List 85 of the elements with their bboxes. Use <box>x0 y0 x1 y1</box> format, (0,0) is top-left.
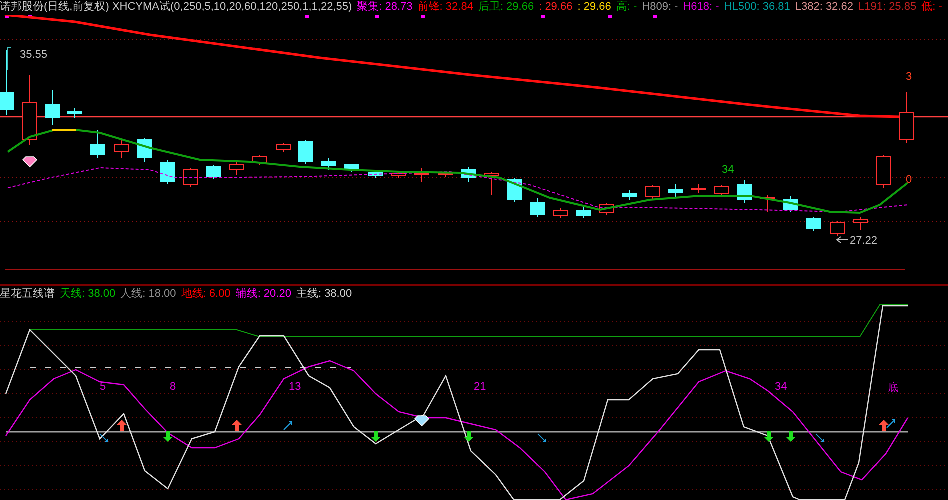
down-arrow-icon <box>786 431 796 442</box>
candlestick <box>622 190 638 200</box>
candlestick <box>414 168 430 182</box>
indicator-value: 主线: 38.00 <box>296 287 352 302</box>
candlestick <box>184 168 198 188</box>
high-price-label: 35.55 <box>20 49 48 61</box>
cycle-label: 21 <box>474 381 486 393</box>
candlestick <box>68 108 82 118</box>
indicator-value: L191: 25.85 <box>858 0 917 15</box>
cycle-label: 34 <box>775 381 788 393</box>
indicator-value: H618: - <box>683 0 720 15</box>
candlestick <box>392 172 406 178</box>
candlestick <box>600 202 614 216</box>
indicator-value: H809: - <box>642 0 678 15</box>
candlestick <box>0 50 14 116</box>
indicator-value: 聚集: 28.73 <box>357 0 413 15</box>
candlestick <box>90 130 106 158</box>
diamond-icon <box>414 416 430 427</box>
cycle-label: 8 <box>170 381 176 393</box>
up-arrow-icon <box>117 420 127 431</box>
small-arrow-icon <box>538 434 546 442</box>
candlestick <box>230 160 244 176</box>
small-arrow-icon <box>886 420 896 428</box>
indicator-value: HL500: 36.81 <box>724 0 790 15</box>
candlestick <box>114 140 130 158</box>
candlestick <box>298 140 314 164</box>
candlestick <box>738 180 752 204</box>
down-arrow-icon <box>371 431 381 442</box>
candlestick <box>530 198 546 218</box>
indicator-value: 前锋: 32.84 <box>418 0 474 15</box>
left-arrow-icon <box>836 236 848 244</box>
candlestick <box>322 158 336 170</box>
candlestick <box>22 74 38 146</box>
candlestick <box>692 184 706 194</box>
small-arrow-icon <box>284 422 292 430</box>
counter-label: 3 <box>906 71 912 83</box>
cycle-label: 底 <box>888 382 899 394</box>
candlestick <box>252 154 268 166</box>
indicator-value: 高: - <box>616 0 638 15</box>
indicator-value: 天线: 38.00 <box>60 287 116 302</box>
low-price-label: 27.22 <box>850 235 878 247</box>
candlestick <box>206 164 222 180</box>
indicator-value: 低: - <box>922 0 942 15</box>
down-arrow-icon <box>464 431 474 442</box>
candlestick <box>646 184 660 200</box>
candlestick <box>714 184 730 196</box>
indicator-value: L382: 32.62 <box>795 0 854 15</box>
indicator-value: 辅线: 20.20 <box>236 287 292 302</box>
candlestick <box>160 160 176 184</box>
indicator-value: : 29.66 <box>539 0 573 15</box>
candlestick <box>900 92 914 144</box>
cycle-label: 13 <box>289 381 302 393</box>
candlestick <box>854 216 868 230</box>
candlestick <box>806 216 822 232</box>
up-arrow-icon <box>879 420 889 431</box>
candlestick <box>668 184 684 198</box>
candlestick <box>876 154 892 188</box>
down-arrow-icon <box>163 431 173 442</box>
candlestick <box>784 196 798 212</box>
indicator-value: 后卫: 29.66 <box>478 0 534 15</box>
candlestick <box>368 170 384 178</box>
candlestick <box>484 172 500 196</box>
candlestick <box>760 194 776 212</box>
diamond-icon <box>22 156 38 168</box>
tick-icon <box>8 48 12 70</box>
candlestick <box>462 166 476 182</box>
candlestick <box>554 208 568 218</box>
candlestick <box>576 204 592 218</box>
cycle-count-label: 34 <box>722 164 734 176</box>
candlestick <box>344 164 360 172</box>
candlestick <box>830 220 846 236</box>
small-arrow-icon <box>816 434 824 442</box>
indicator-value: 地线: 6.00 <box>181 287 231 302</box>
down-arrow-icon <box>764 431 774 442</box>
highlight-segment-line <box>52 129 76 131</box>
indicator-value: : 29.66 <box>578 0 612 15</box>
chart-title: 诺邦股份(日线,前复权) XHCYMA试(0,250,5,10,20,60,120,250,1,1,22,55) <box>0 0 352 15</box>
candlestick <box>138 138 152 162</box>
indicator-value: 人线: 18.00 <box>120 287 176 302</box>
small-arrow-icon <box>100 434 108 442</box>
candlestick <box>46 90 60 126</box>
candlestick <box>276 142 292 152</box>
up-arrow-icon <box>232 420 242 431</box>
chart-title: 星花五线谱 <box>0 287 55 302</box>
counter-label: 0 <box>906 174 912 186</box>
